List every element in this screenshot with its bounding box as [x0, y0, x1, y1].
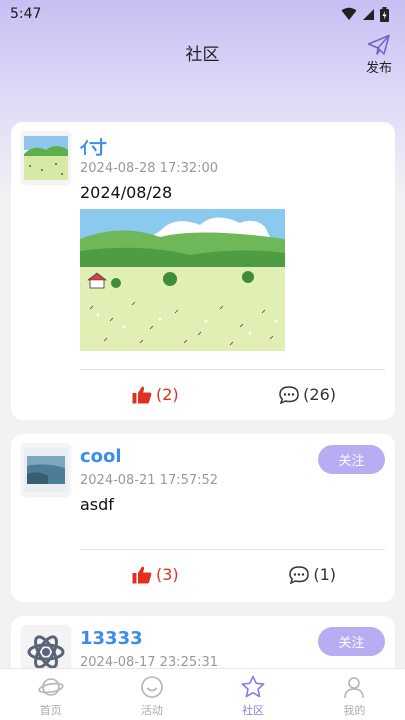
follow-button[interactable]: 关注 [318, 445, 385, 474]
thumbs-up-icon [132, 566, 152, 583]
comment-button[interactable]: (26) [279, 385, 336, 404]
avatar[interactable] [22, 132, 70, 184]
atom-avatar-image [27, 635, 65, 668]
comment-bubble-icon [279, 385, 299, 404]
username[interactable]: ｲ寸 [80, 134, 107, 160]
tab-label: 首页 [39, 704, 62, 717]
tab-label: 社区 [242, 704, 265, 717]
wifi-icon [341, 7, 357, 20]
status-bar: 5:47 [0, 0, 405, 28]
tab-label: 活动 [140, 704, 163, 717]
post-time: 2024-08-21 17:57:52 [80, 473, 219, 488]
tab-community[interactable]: 社区 [203, 669, 304, 720]
status-icons [341, 6, 389, 22]
like-button[interactable]: (3) [132, 565, 179, 584]
like-count: (3) [156, 565, 179, 584]
post-time: 2024-08-28 17:32:00 [80, 161, 219, 176]
signal-icon [363, 8, 374, 20]
bottom-tab-bar: 首页 活动 社区 我的 [0, 668, 405, 720]
post-feed[interactable]: ｲ寸 2024-08-28 17:32:00 2024/08/28 (2) (2… [11, 122, 395, 668]
tab-activity[interactable]: 活动 [101, 669, 202, 720]
comment-bubble-icon [289, 565, 310, 584]
follow-button[interactable]: 关注 [318, 627, 385, 656]
comment-count: (26) [303, 385, 336, 404]
tab-home[interactable]: 首页 [0, 669, 101, 720]
post-card[interactable]: ｲ寸 2024-08-28 17:32:00 2024/08/28 (2) (2… [11, 122, 395, 420]
avatar[interactable] [22, 626, 70, 668]
sea-avatar-image [24, 448, 68, 492]
post-text: asdf [80, 495, 114, 514]
tab-label: 我的 [343, 704, 366, 717]
smile-icon [141, 676, 163, 698]
paper-plane-icon [367, 34, 390, 55]
post-actions: (3) (1) [80, 565, 385, 584]
divider [80, 549, 385, 550]
username[interactable]: cool [80, 446, 122, 467]
divider [80, 369, 385, 370]
comment-button[interactable]: (1) [289, 565, 336, 584]
post-card[interactable]: 13333 2024-08-17 23:25:31 关注 [11, 616, 395, 668]
avatar[interactable] [22, 444, 70, 496]
post-card[interactable]: cool 2024-08-21 17:57:52 asdf 关注 (3) (1) [11, 434, 395, 602]
post-actions: (2) (26) [80, 385, 385, 404]
page-title: 社区 [185, 45, 220, 65]
username[interactable]: 13333 [80, 628, 143, 649]
post-text: 2024/08/28 [80, 183, 173, 202]
status-time: 5:47 [10, 6, 42, 22]
planet-icon [37, 678, 64, 696]
like-button[interactable]: (2) [132, 385, 179, 404]
like-count: (2) [156, 385, 179, 404]
battery-icon [380, 6, 389, 22]
post-image[interactable] [80, 209, 285, 351]
thumbs-up-icon [132, 386, 152, 403]
landscape-avatar-image [24, 136, 68, 180]
star-icon [241, 675, 265, 698]
post-time: 2024-08-17 23:25:31 [80, 655, 219, 668]
person-icon [344, 677, 365, 699]
comment-count: (1) [313, 565, 336, 584]
tab-profile[interactable]: 我的 [304, 669, 405, 720]
publish-button[interactable]: 发布 [363, 34, 395, 76]
publish-label: 发布 [365, 61, 392, 76]
